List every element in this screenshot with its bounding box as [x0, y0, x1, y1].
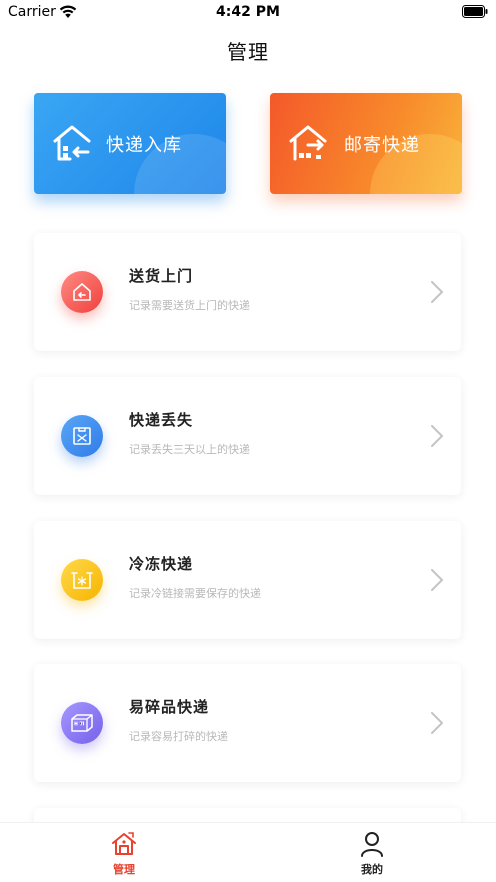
chevron-right-icon	[431, 569, 443, 591]
list-item-frozen[interactable]: 冷冻快递 记录冷链接需要保存的快递	[34, 521, 461, 639]
user-icon	[361, 832, 383, 857]
chevron-right-icon	[431, 281, 443, 303]
tab-mine-label: 我的	[361, 863, 383, 876]
item-subtitle: 记录容易打碎的快递	[129, 730, 228, 743]
house-delivery-icon	[61, 271, 103, 313]
warehouse-in-icon	[53, 125, 91, 161]
item-title: 冷冻快递	[129, 555, 194, 573]
item-subtitle: 记录丢失三天以上的快递	[129, 443, 250, 456]
tab-bar: 管理 我的	[0, 822, 496, 882]
manage-house-icon	[112, 832, 136, 855]
lost-package-icon	[61, 415, 103, 457]
chevron-right-icon	[431, 425, 443, 447]
warehouse-out-icon	[289, 125, 327, 161]
status-bar: Carrier 4:42 PM	[0, 0, 496, 26]
list-item-home-delivery[interactable]: 送货上门 记录需要送货上门的快递	[34, 233, 461, 351]
inbound-button[interactable]: 快递入库	[34, 93, 226, 194]
fragile-box-icon	[61, 702, 103, 744]
battery-icon	[462, 5, 488, 18]
list-item-fragile[interactable]: 易碎品快递 记录容易打碎的快递	[34, 664, 461, 782]
list-item-lost-package[interactable]: 快递丢失 记录丢失三天以上的快递	[34, 377, 461, 495]
clock: 4:42 PM	[216, 4, 280, 20]
item-subtitle: 记录冷链接需要保存的快递	[129, 587, 261, 600]
inbound-label: 快递入库	[106, 135, 182, 156]
tab-manage[interactable]: 管理	[84, 831, 164, 881]
tab-manage-label: 管理	[113, 863, 135, 876]
tab-mine[interactable]: 我的	[332, 831, 412, 881]
screen: Carrier 4:42 PM 管理 快递入库 邮寄快递 送货上门 记录需要送货…	[0, 0, 496, 882]
frozen-box-icon	[61, 559, 103, 601]
item-subtitle: 记录需要送货上门的快递	[129, 299, 250, 312]
chevron-right-icon	[431, 712, 443, 734]
page-title: 管理	[227, 40, 269, 64]
item-title: 快递丢失	[129, 411, 194, 429]
mail-button[interactable]: 邮寄快递	[270, 93, 462, 194]
item-title: 送货上门	[129, 267, 194, 285]
mail-label: 邮寄快递	[344, 135, 420, 156]
item-title: 易碎品快递	[129, 698, 210, 716]
